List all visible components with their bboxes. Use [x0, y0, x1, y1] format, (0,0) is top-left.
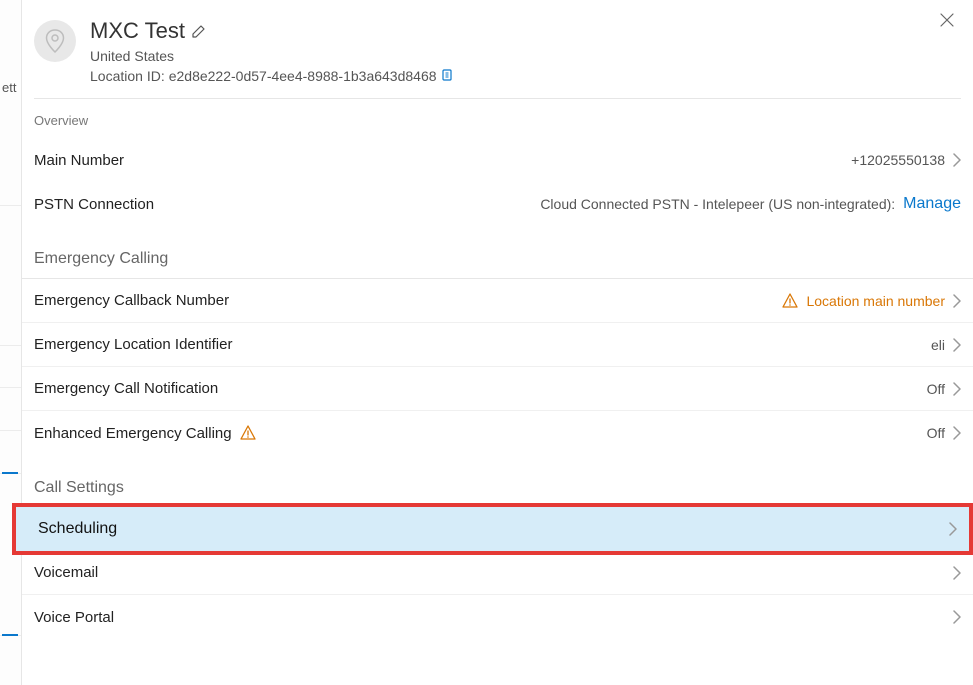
stub-row	[0, 600, 21, 636]
warning-icon	[782, 293, 798, 309]
pstn-value: Cloud Connected PSTN - Intelepeer (US no…	[540, 196, 895, 212]
chevron-right-icon	[953, 566, 961, 580]
edit-title-button[interactable]	[191, 23, 207, 39]
chevron-right-icon	[953, 338, 961, 352]
emergency-callback-row[interactable]: Emergency Callback Number Location main …	[22, 279, 973, 323]
scheduling-row[interactable]: Scheduling	[16, 507, 969, 551]
pstn-label: PSTN Connection	[34, 196, 154, 213]
voice-portal-row[interactable]: Voice Portal	[22, 595, 973, 639]
enhanced-emergency-label-text: Enhanced Emergency Calling	[34, 425, 232, 442]
emergency-eli-value: eli	[931, 337, 945, 353]
emergency-notification-row[interactable]: Emergency Call Notification Off	[22, 367, 973, 411]
scheduling-highlight: Scheduling	[12, 503, 973, 555]
emergency-callback-value-group: Location main number	[782, 293, 961, 309]
location-detail-panel: MXC Test United States Location ID: e2d8…	[22, 0, 973, 685]
location-id-value: e2d8e222-0d57-4ee4-8988-1b3a643d8468	[169, 68, 437, 84]
enhanced-emergency-value-group: Off	[927, 425, 961, 441]
copy-id-button[interactable]	[441, 69, 455, 83]
emergency-eli-label: Emergency Location Identifier	[34, 336, 232, 353]
chevron-right-icon	[953, 153, 961, 167]
enhanced-emergency-label: Enhanced Emergency Calling	[34, 425, 256, 442]
stub-row	[0, 170, 21, 206]
stub-text: ett	[2, 80, 16, 95]
warning-icon	[240, 425, 256, 441]
stub-row	[0, 395, 21, 431]
stub-row	[0, 438, 21, 474]
panel-header: MXC Test United States Location ID: e2d8…	[22, 0, 973, 98]
emergency-callback-label: Emergency Callback Number	[34, 292, 229, 309]
background-sidebar-stub: ett	[0, 0, 22, 685]
header-text-block: MXC Test United States Location ID: e2d8…	[90, 18, 953, 84]
emergency-callback-value: Location main number	[806, 293, 945, 309]
chevron-right-icon	[953, 382, 961, 396]
stub-row	[0, 352, 21, 388]
enhanced-emergency-row[interactable]: Enhanced Emergency Calling Off	[22, 411, 973, 455]
location-title: MXC Test	[90, 18, 185, 44]
location-id-row: Location ID: e2d8e222-0d57-4ee4-8988-1b3…	[90, 68, 953, 84]
pin-icon	[45, 29, 65, 53]
location-avatar	[34, 20, 76, 62]
close-button[interactable]	[939, 12, 959, 32]
overview-section-header: Overview	[22, 99, 973, 138]
location-id-label: Location ID:	[90, 68, 165, 84]
voice-portal-label: Voice Portal	[34, 609, 114, 626]
emergency-notification-value-group: Off	[927, 381, 961, 397]
title-row: MXC Test	[90, 18, 953, 44]
chevron-right-icon	[953, 426, 961, 440]
chevron-right-icon	[953, 610, 961, 624]
main-number-label: Main Number	[34, 152, 124, 169]
main-number-value-group: +12025550138	[851, 152, 961, 168]
emergency-notification-value: Off	[927, 381, 945, 397]
main-number-row[interactable]: Main Number +12025550138	[22, 138, 973, 182]
emergency-section-header: Emergency Calling	[22, 226, 973, 278]
emergency-eli-row[interactable]: Emergency Location Identifier eli	[22, 323, 973, 367]
enhanced-emergency-value: Off	[927, 425, 945, 441]
location-country: United States	[90, 48, 953, 64]
chevron-right-icon	[953, 294, 961, 308]
emergency-eli-value-group: eli	[931, 337, 961, 353]
main-number-value: +12025550138	[851, 152, 945, 168]
pstn-manage-link[interactable]: Manage	[903, 195, 961, 213]
stub-row	[0, 310, 21, 346]
call-settings-section-header: Call Settings	[22, 455, 973, 507]
pstn-value-group: Cloud Connected PSTN - Intelepeer (US no…	[540, 195, 961, 213]
emergency-notification-label: Emergency Call Notification	[34, 380, 218, 397]
copy-icon	[441, 69, 455, 83]
voicemail-row[interactable]: Voicemail	[22, 551, 973, 595]
pencil-icon	[191, 23, 207, 39]
voicemail-label: Voicemail	[34, 564, 98, 581]
close-icon	[939, 12, 955, 28]
chevron-right-icon	[949, 522, 957, 536]
pstn-connection-row: PSTN Connection Cloud Connected PSTN - I…	[22, 182, 973, 226]
scheduling-label: Scheduling	[38, 520, 117, 538]
